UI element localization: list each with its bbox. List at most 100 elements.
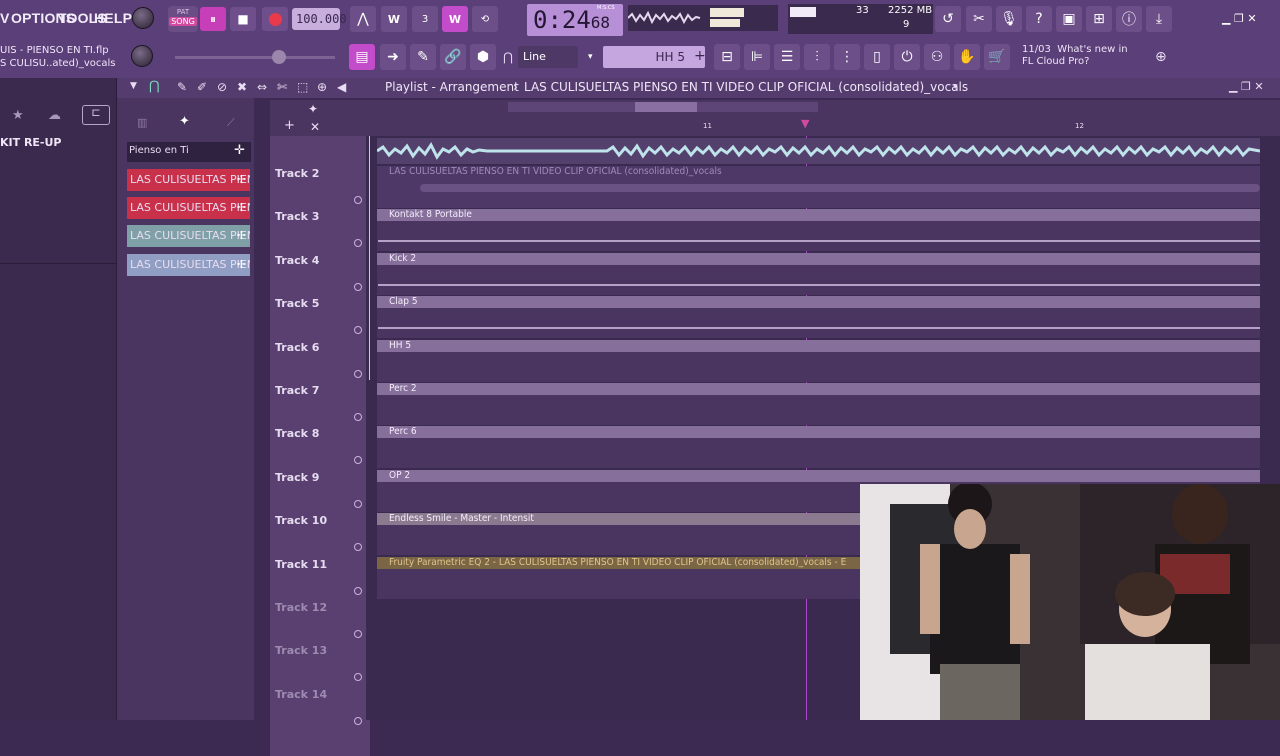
track-mute-dot[interactable]	[354, 500, 362, 508]
news-panel[interactable]: 11/03 What's new in FL Cloud Pro?	[1022, 44, 1142, 68]
stamp-icon[interactable]: ⬢	[470, 44, 496, 70]
pencil-icon[interactable]: ✎	[410, 44, 436, 70]
track-label[interactable]: Track 13	[275, 644, 327, 657]
download-icon[interactable]: ⤓	[1146, 6, 1172, 32]
close-icon[interactable]: ✕	[310, 120, 320, 134]
browser-icon[interactable]: ⋮	[834, 44, 860, 70]
slip-icon[interactable]: ⇔	[257, 80, 267, 94]
piano-roll-icon[interactable]: ⊫	[744, 44, 770, 70]
track-mute-dot[interactable]	[354, 456, 362, 464]
save-icon[interactable]: ▣	[1056, 6, 1082, 32]
snap-select[interactable]: Line	[518, 46, 578, 68]
link-icon[interactable]: 🔗	[440, 44, 466, 70]
info-icon[interactable]: ⓘ	[1116, 6, 1142, 32]
scrollbar-thumb[interactable]	[635, 102, 697, 112]
plug-icon[interactable]: ⏻	[894, 44, 920, 70]
microphone-icon[interactable]: 🎙	[996, 6, 1022, 32]
chevron-down-icon[interactable]: ▾	[588, 52, 593, 62]
star-icon[interactable]: ★	[12, 108, 24, 123]
plugin-icon[interactable]: ⊞	[1086, 6, 1112, 32]
mute-icon[interactable]: ✖	[237, 80, 247, 94]
track-label[interactable]: Track 6	[275, 341, 319, 354]
automation-icon[interactable]: ⟋	[227, 116, 235, 130]
waveform-icon[interactable]: ✦	[308, 102, 318, 116]
cart-icon[interactable]: 🛒	[984, 44, 1010, 70]
pattern-clip[interactable]	[377, 253, 1260, 295]
countdown-icon[interactable]: 3	[412, 6, 438, 32]
magnet-icon[interactable]: ⋂	[149, 79, 160, 94]
help-icon[interactable]: ?	[1026, 6, 1052, 32]
track-label[interactable]: Track 11	[275, 558, 327, 571]
master-slider-handle[interactable]	[272, 50, 286, 64]
pat-song-switch[interactable]: PAT SONG	[168, 6, 198, 32]
master-volume-knob[interactable]	[132, 7, 154, 29]
undo-icon[interactable]: ↺	[935, 6, 961, 32]
track-mute-dot[interactable]	[354, 326, 362, 334]
grid-icon[interactable]: ▥	[137, 116, 147, 129]
track-mute-dot[interactable]	[354, 717, 362, 725]
picker-item[interactable]: LAS CULISUELTAS PIEN...✢	[127, 197, 250, 219]
picker-item[interactable]: LAS CULISUELTAS PIEN...✢	[127, 225, 250, 247]
delete-icon[interactable]: ⊘	[217, 80, 227, 94]
magnet-icon[interactable]: ⋂	[503, 50, 513, 64]
playlist-arrangement-name[interactable]: LAS CULISUELTAS PIENSO EN TI VIDEO CLIP …	[524, 80, 968, 94]
track-mute-dot[interactable]	[354, 587, 362, 595]
channel-rack-icon[interactable]: ⊟	[714, 44, 740, 70]
select-icon[interactable]: ⬚	[297, 80, 308, 94]
track-label[interactable]: Track 4	[275, 254, 319, 267]
chevron-down-icon[interactable]: ▼	[130, 81, 137, 91]
track-mute-dot[interactable]	[354, 413, 362, 421]
pattern-clip[interactable]	[377, 426, 1260, 468]
track-label[interactable]: Track 3	[275, 210, 319, 223]
track-mute-dot[interactable]	[354, 370, 362, 378]
pause-button[interactable]: ⏸	[200, 7, 226, 31]
zoom-icon[interactable]: ⊕	[317, 80, 327, 94]
pattern-clip[interactable]	[377, 340, 1260, 382]
track-mute-dot[interactable]	[354, 196, 362, 204]
track-label[interactable]: Track 8	[275, 427, 319, 440]
eq-icon[interactable]: ⫶	[804, 44, 830, 70]
user-icon[interactable]: ⚇	[924, 44, 950, 70]
pattern-clip[interactable]	[377, 209, 1260, 251]
channel-select[interactable]: HH 5	[603, 46, 705, 68]
pattern-clip[interactable]	[377, 383, 1260, 425]
record-button[interactable]	[262, 7, 288, 31]
wait-icon[interactable]: W	[381, 6, 407, 32]
track-mute-dot[interactable]	[354, 283, 362, 291]
master-slider[interactable]	[175, 56, 335, 59]
plus-icon[interactable]: +	[694, 48, 706, 64]
playhead-marker-icon[interactable]: ▼	[801, 117, 809, 130]
chevron-down-icon[interactable]: ▾	[953, 82, 958, 92]
hand-icon[interactable]: ✋	[954, 44, 980, 70]
track-label[interactable]: Track 2	[275, 167, 319, 180]
track-mute-dot[interactable]	[354, 630, 362, 638]
track-mute-dot[interactable]	[354, 543, 362, 551]
playlist-icon[interactable]: ▤	[349, 44, 375, 70]
cut-icon[interactable]: ✂	[966, 6, 992, 32]
track-label[interactable]: Track 14	[275, 688, 327, 701]
step-edit-icon[interactable]: W	[442, 6, 468, 32]
window-controls[interactable]: ▁ ❐ ✕	[1222, 12, 1257, 25]
paint-icon[interactable]: ✐	[197, 80, 207, 94]
track-mute-dot[interactable]	[354, 239, 362, 247]
menu-help[interactable]: HELP	[94, 10, 132, 26]
track-mute-dot[interactable]	[354, 673, 362, 681]
track-label[interactable]: Track 9	[275, 471, 319, 484]
track-label[interactable]: Track 5	[275, 297, 319, 310]
browser-title[interactable]: KIT RE-UP	[0, 136, 62, 149]
master-pitch-knob[interactable]	[131, 45, 153, 67]
globe-icon[interactable]: ⊕	[1155, 49, 1167, 65]
track-label[interactable]: Track 7	[275, 384, 319, 397]
menu-view[interactable]: V	[0, 10, 10, 26]
track-label[interactable]: Track 12	[275, 601, 327, 614]
arrow-right-icon[interactable]: ➜	[380, 44, 406, 70]
plus-icon[interactable]: +	[284, 118, 295, 133]
picker-item[interactable]: LAS CULISUELTAS PIEN...✢	[127, 169, 250, 191]
slice-icon[interactable]: ✄	[277, 80, 287, 94]
tempo-display[interactable]: 100.000	[292, 8, 347, 30]
mixer-icon[interactable]: ☰	[774, 44, 800, 70]
waveform-icon[interactable]: ✦	[179, 114, 190, 129]
metronome-icon[interactable]: ⋀	[350, 6, 376, 32]
pencil-icon[interactable]: ✎	[177, 80, 187, 94]
stop-button[interactable]: ■	[230, 7, 256, 31]
